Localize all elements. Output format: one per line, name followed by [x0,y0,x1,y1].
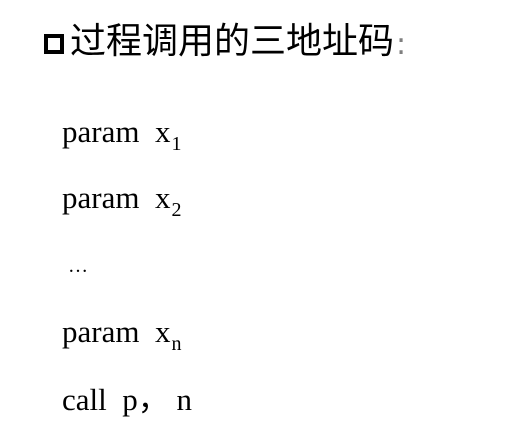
param-subscript: 2 [171,199,182,221]
param-variable: x [154,114,171,149]
ellipsis: … [68,255,90,277]
heading-title: 过程调用的三地址码 [70,21,395,62]
call-line: call p， n [62,382,192,417]
param-line-1: param x1 [62,114,181,154]
param-keyword: param [62,314,140,349]
slide-heading: 过程调用的三地址码 : [44,14,406,70]
param-variable: x [154,180,171,215]
heading-colon: : [396,26,407,62]
param-keyword: param [62,180,140,215]
param-variable: x [154,314,171,349]
param-line-n: param xn [62,314,181,354]
param-subscript: 1 [171,133,182,155]
param-subscript: n [171,333,182,355]
param-keyword: param [62,114,140,149]
square-bullet-icon [44,34,64,54]
param-line-2: param x2 [62,180,181,220]
